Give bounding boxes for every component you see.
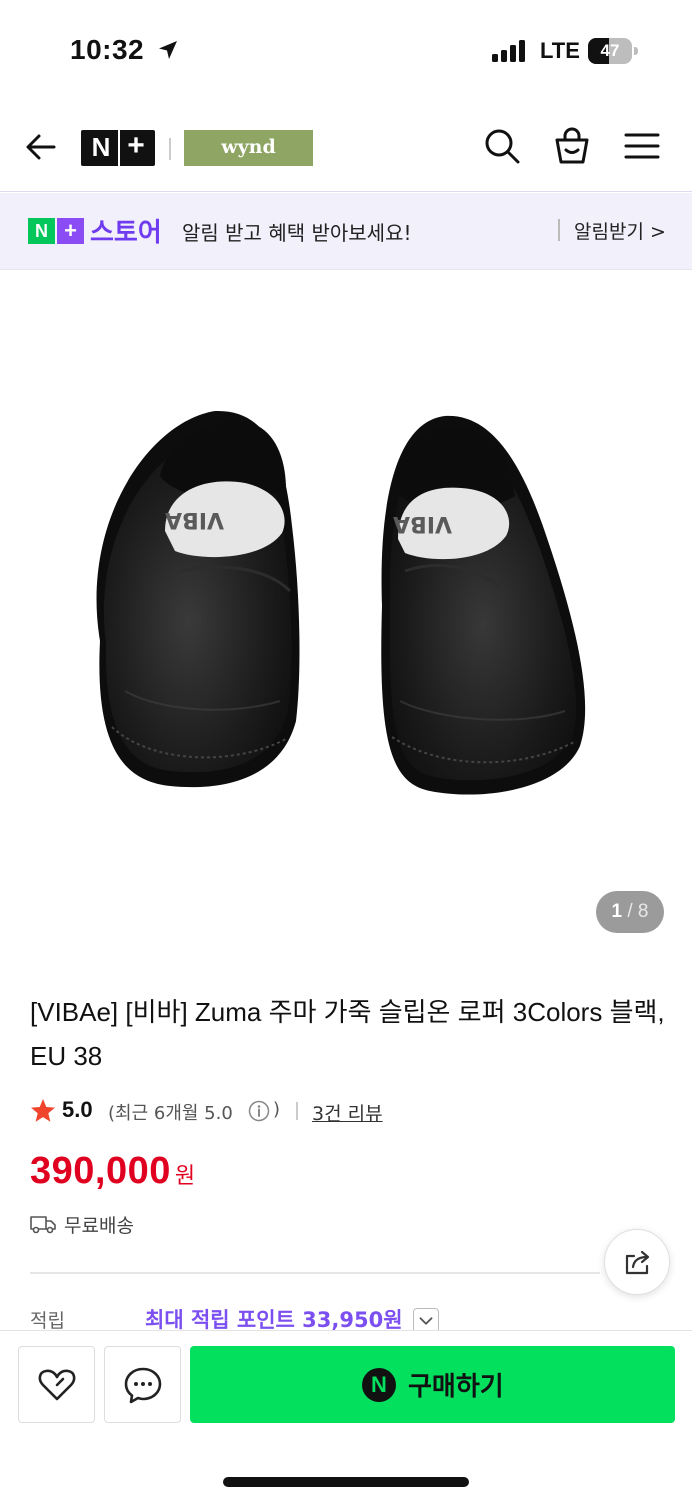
top-header: N + wynd — [0, 100, 692, 192]
image-total: 8 — [637, 901, 649, 922]
product-image-gallery[interactable]: VIBA VIBA 1 / 8 — [0, 271, 692, 961]
heart-icon — [38, 1369, 76, 1401]
naver-pay-icon: N — [362, 1368, 396, 1402]
bottom-action-bar: N 구매하기 — [0, 1330, 692, 1500]
wishlist-button[interactable] — [18, 1346, 95, 1423]
price: 390,000 — [30, 1150, 171, 1192]
truck-icon — [30, 1216, 56, 1234]
naver-plus-badge: N + — [28, 218, 84, 244]
get-notifications-link[interactable]: 알림받기 > — [574, 217, 666, 244]
section-divider — [30, 1272, 600, 1274]
star-icon — [31, 1099, 55, 1122]
left-shoe-illustration: VIBA — [96, 410, 300, 788]
image-counter: 1 / 8 — [596, 891, 664, 933]
rating-row: 5.0 (최근 6개월 5.0 ) 3건 리뷰 — [30, 1096, 670, 1128]
home-indicator[interactable] — [223, 1477, 469, 1487]
logo-plus: + — [127, 129, 145, 162]
store-label: 스토어 — [90, 218, 162, 248]
price-row: 390,000 원 — [30, 1150, 195, 1198]
points-label: 적립 — [30, 1310, 65, 1332]
talk-talk-button[interactable] — [104, 1346, 181, 1423]
recent-rating: (최근 6개월 5.0 — [108, 1103, 233, 1124]
share-icon — [625, 1250, 650, 1275]
right-shoe-illustration: VIBA — [381, 415, 586, 795]
status-bar: 10:32 LTE 47 — [0, 0, 692, 100]
network-type: LTE — [540, 38, 580, 63]
battery-level: 47 — [600, 41, 620, 60]
share-button[interactable] — [604, 1229, 670, 1295]
product-title: [VIBAe] [비바] Zuma 주마 가죽 슬립온 로퍼 3Colors 블… — [30, 997, 665, 1071]
notice-divider — [558, 219, 560, 241]
badge-plus: + — [57, 218, 84, 244]
cellular-signal-icon — [492, 40, 525, 62]
svg-text:VIBA: VIBA — [165, 507, 224, 532]
review-count-link[interactable]: 3건 리뷰 — [312, 1099, 383, 1126]
info-icon[interactable] — [248, 1100, 270, 1122]
notice-message: 알림 받고 혜택 받아보세요! — [182, 221, 412, 245]
location-arrow-icon — [159, 41, 177, 59]
battery-icon: 47 — [588, 38, 638, 64]
image-current: 1 — [611, 901, 623, 922]
shipping-text: 무료배송 — [64, 1215, 134, 1237]
rating-score: 5.0 — [62, 1097, 93, 1122]
naver-plus-logo[interactable]: N + — [81, 129, 155, 166]
image-separator: / — [627, 901, 633, 922]
svg-text:VIBA: VIBA — [393, 511, 452, 536]
rating-divider — [296, 1102, 298, 1120]
product-photo: VIBA VIBA — [96, 410, 586, 795]
search-icon[interactable] — [482, 126, 522, 166]
status-time: 10:32 — [70, 34, 145, 65]
hamburger-menu-icon[interactable] — [622, 126, 662, 166]
back-arrow-icon[interactable] — [22, 128, 60, 166]
shopping-bag-icon[interactable] — [552, 126, 592, 166]
notification-banner[interactable]: N + 스토어 알림 받고 혜택 받아보세요! 알림받기 > — [0, 193, 692, 270]
chat-bubble-icon — [124, 1367, 162, 1404]
brand-logo[interactable]: wynd — [184, 130, 313, 166]
recent-rating-close: ) — [273, 1099, 281, 1120]
logo-n: N — [91, 132, 111, 162]
buy-label: 구매하기 — [408, 1372, 504, 1402]
badge-n: N — [28, 218, 55, 244]
buy-button[interactable]: N 구매하기 — [190, 1346, 675, 1423]
price-unit: 원 — [174, 1164, 196, 1189]
header-divider — [169, 138, 171, 160]
